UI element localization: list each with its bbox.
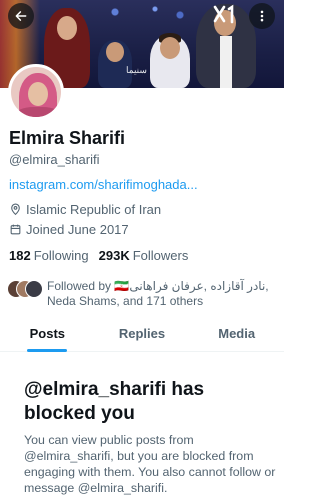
follow-counts: 182 Following 293K Followers xyxy=(9,248,198,263)
tab-posts-label: Posts xyxy=(29,326,66,341)
profile-avatar[interactable] xyxy=(8,64,64,120)
profile-location-text: Islamic Republic of Iran xyxy=(26,202,162,217)
banner-person-boy xyxy=(98,40,132,88)
mutual-avatar xyxy=(25,280,43,298)
mutual-followers-avatars xyxy=(7,280,43,300)
back-button[interactable] xyxy=(8,3,34,29)
tab-media[interactable]: Media xyxy=(189,316,284,351)
arrow-left-icon xyxy=(15,11,27,21)
x1-logo-icon[interactable] xyxy=(212,4,236,24)
followers-label: Followers xyxy=(132,248,189,263)
followers-count-link[interactable]: 293K Followers xyxy=(99,248,189,263)
followed-by-text: Followed by ‎🇮🇷عرفان فراهانی‎, نادر آقاز… xyxy=(47,279,269,308)
profile-joined-date: Joined June 2017 xyxy=(9,222,129,237)
tab-media-label: Media xyxy=(218,326,256,341)
blocked-title: @elmira_sharifi has blocked you xyxy=(24,379,205,424)
following-count: 182 xyxy=(9,248,31,263)
active-tab-indicator xyxy=(27,349,68,352)
profile-joined-text: Joined June 2017 xyxy=(26,222,129,237)
following-label: Following xyxy=(33,248,89,263)
profile-handle: @elmira_sharifi xyxy=(9,152,100,167)
calendar-icon xyxy=(10,224,21,235)
location-pin-icon xyxy=(11,203,20,216)
tab-replies-label: Replies xyxy=(118,326,166,341)
following-count-link[interactable]: 182 Following xyxy=(9,248,89,263)
profile-display-name: Elmira Sharifi xyxy=(9,128,126,148)
banner-person-boy-2 xyxy=(150,33,190,88)
blocked-message: You can view public posts from @elmira_s… xyxy=(24,433,276,495)
profile-tabs: Posts Replies Media xyxy=(0,316,284,352)
profile-website-link[interactable]: instagram.com/sharifimoghada... xyxy=(9,177,198,192)
banner-caption: سنیما xyxy=(126,66,147,76)
more-options-button[interactable] xyxy=(249,3,275,29)
profile-location: Islamic Republic of Iran xyxy=(9,202,161,217)
tab-replies[interactable]: Replies xyxy=(95,316,190,351)
followers-count: 293K xyxy=(98,248,130,263)
followed-by-row[interactable]: Followed by ‎🇮🇷عرفان فراهانی‎, نادر آقاز… xyxy=(7,279,277,309)
tab-posts[interactable]: Posts xyxy=(0,316,95,352)
banner-background-lights xyxy=(95,0,195,30)
kebab-menu-icon xyxy=(260,10,264,22)
